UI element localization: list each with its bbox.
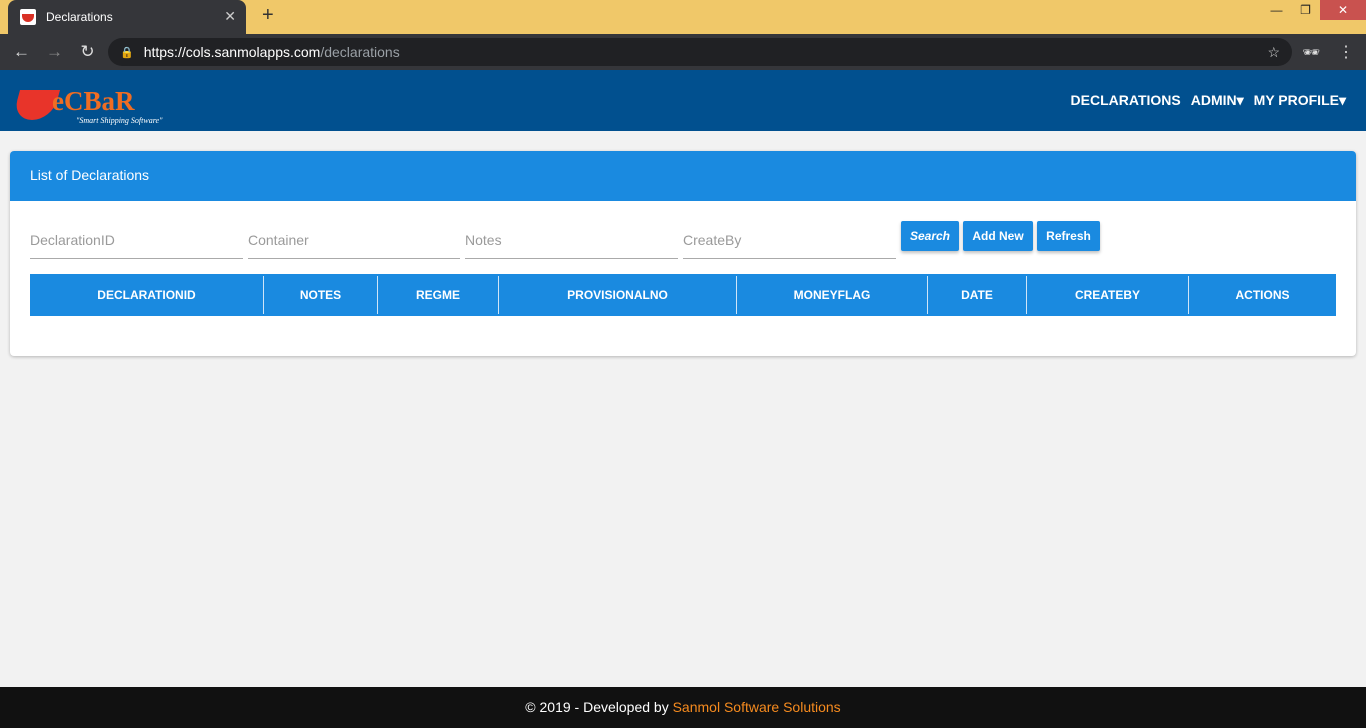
url-input[interactable]: 🔒 https://cols.sanmolapps.com/declaratio… bbox=[108, 38, 1292, 66]
container-input[interactable]: Container bbox=[248, 221, 460, 259]
browser-tab-bar: Declarations ✕ + — ❐ ✕ bbox=[0, 0, 1366, 34]
card-title: List of Declarations bbox=[10, 151, 1356, 201]
tab-title: Declarations bbox=[46, 10, 113, 24]
column-provisionalno[interactable]: PROVISIONALNO bbox=[499, 276, 737, 314]
minimize-icon[interactable]: — bbox=[1262, 0, 1291, 20]
declarationid-input[interactable]: DeclarationID bbox=[30, 221, 243, 259]
browser-menu-icon[interactable]: ⋮ bbox=[1338, 42, 1354, 62]
logo[interactable]: eCBaR "Smart Shipping Software" bbox=[11, 76, 189, 128]
logo-tagline: "Smart Shipping Software" bbox=[76, 116, 163, 125]
column-createby[interactable]: CREATEBY bbox=[1027, 276, 1189, 314]
column-moneyflag[interactable]: MONEYFLAG bbox=[737, 276, 928, 314]
app-header: eCBaR "Smart Shipping Software" DECLARAT… bbox=[0, 70, 1366, 131]
reload-icon[interactable]: ↻ bbox=[71, 42, 104, 62]
nav-declarations[interactable]: DECLARATIONS bbox=[1071, 92, 1181, 109]
forward-icon[interactable]: → bbox=[38, 42, 71, 62]
top-nav: DECLARATIONS ADMIN▾ MY PROFILE▾ bbox=[1071, 92, 1346, 109]
column-declarationid[interactable]: DECLARATIONID bbox=[30, 276, 264, 314]
restore-icon[interactable]: ❐ bbox=[1291, 0, 1320, 20]
search-button[interactable]: Search bbox=[901, 221, 959, 251]
refresh-button[interactable]: Refresh bbox=[1037, 221, 1100, 251]
createby-input[interactable]: CreateBy bbox=[683, 221, 896, 259]
address-bar: ← → ↻ 🔒 https://cols.sanmolapps.com/decl… bbox=[0, 34, 1366, 70]
column-regme[interactable]: REGME bbox=[378, 276, 499, 314]
footer-link[interactable]: Sanmol Software Solutions bbox=[673, 699, 841, 715]
lock-icon: 🔒 bbox=[120, 46, 134, 59]
table-header: DECLARATIONID NOTES REGME PROVISIONALNO … bbox=[30, 274, 1336, 316]
close-window-icon[interactable]: ✕ bbox=[1320, 0, 1366, 20]
footer: © 2019 - Developed by Sanmol Software So… bbox=[0, 687, 1366, 728]
nav-admin[interactable]: ADMIN▾ bbox=[1191, 92, 1244, 109]
incognito-icon: 🕶 bbox=[1302, 43, 1320, 60]
footer-text: © 2019 - Developed by bbox=[525, 699, 673, 715]
back-icon[interactable]: ← bbox=[5, 42, 38, 62]
column-actions: ACTIONS bbox=[1235, 288, 1290, 302]
declarations-card: List of Declarations DeclarationID Conta… bbox=[10, 151, 1356, 356]
url-path: /declarations bbox=[320, 44, 400, 60]
bookmark-star-icon[interactable]: ☆ bbox=[1267, 44, 1280, 61]
logo-text: eCBaR bbox=[52, 86, 135, 116]
column-notes[interactable]: NOTES bbox=[264, 276, 378, 314]
notes-input[interactable]: Notes bbox=[465, 221, 678, 259]
new-tab-icon[interactable]: + bbox=[262, 4, 274, 27]
url-host: https://cols.sanmolapps.com bbox=[143, 44, 321, 60]
window-controls: — ❐ ✕ bbox=[1262, 0, 1366, 20]
browser-tab[interactable]: Declarations ✕ bbox=[8, 0, 246, 34]
column-date[interactable]: DATE bbox=[928, 276, 1027, 314]
favicon-icon bbox=[20, 9, 36, 25]
close-tab-icon[interactable]: ✕ bbox=[224, 8, 236, 25]
add-new-button[interactable]: Add New bbox=[963, 221, 1033, 251]
nav-my-profile[interactable]: MY PROFILE▾ bbox=[1254, 92, 1346, 109]
